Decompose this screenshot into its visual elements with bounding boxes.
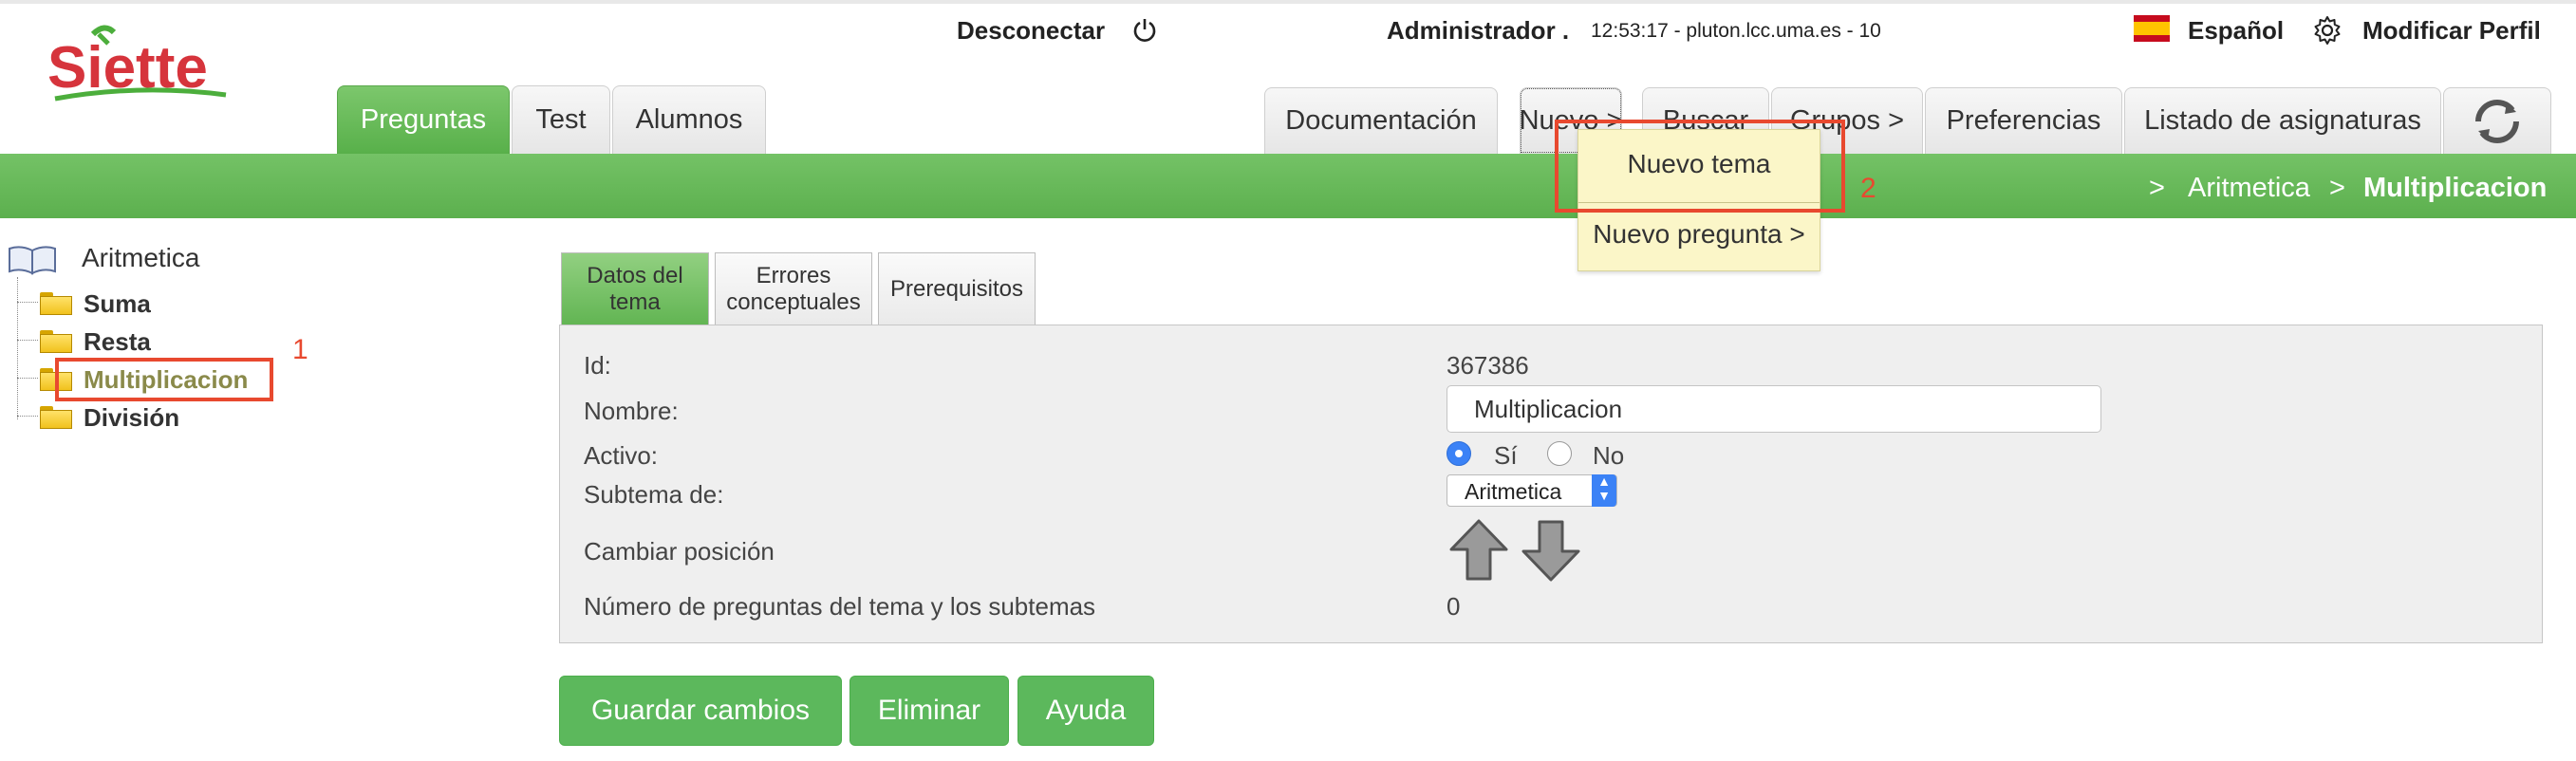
refresh-icon (2475, 99, 2519, 143)
annotation-label-2: 2 (1860, 173, 1876, 204)
tab-preferencias[interactable]: Preferencias (1925, 87, 2122, 154)
change-position-label: Cambiar posición (584, 537, 775, 566)
active-label: Activo: (584, 441, 659, 470)
tab-test[interactable]: Test (512, 85, 610, 154)
tree-line (17, 302, 38, 303)
tree-item-resta[interactable]: Resta (84, 327, 151, 357)
subtab-errores-conceptuales[interactable]: Errores conceptuales (715, 252, 872, 325)
name-label: Nombre: (584, 397, 679, 425)
help-button[interactable]: Ayuda (1017, 676, 1154, 746)
active-no-label: No (1593, 441, 1625, 470)
gear-icon[interactable] (2312, 15, 2343, 46)
tab-alumnos[interactable]: Alumnos (612, 85, 766, 154)
tree-line (17, 277, 18, 419)
name-input[interactable] (1447, 385, 2101, 433)
tree-root[interactable]: Aritmetica (82, 243, 199, 273)
language-selector[interactable]: Español (2188, 16, 2284, 46)
tree-item-suma[interactable]: Suma (84, 289, 151, 319)
move-down-arrow-icon[interactable] (1519, 518, 1583, 583)
active-no-radio[interactable] (1547, 441, 1572, 466)
active-yes-label: Sí (1494, 441, 1518, 470)
breadcrumb-separator: > (2329, 173, 2345, 203)
subtheme-label: Subtema de: (584, 480, 724, 509)
annotation-box-2 (1555, 120, 1845, 213)
tab-documentacion[interactable]: Documentación (1264, 87, 1498, 154)
refresh-button[interactable] (2443, 87, 2551, 154)
spain-flag-icon[interactable] (2134, 15, 2170, 42)
id-label: Id: (584, 351, 611, 380)
delete-button[interactable]: Eliminar (849, 676, 1009, 746)
move-up-arrow-icon[interactable] (1447, 518, 1511, 583)
annotation-label-1: 1 (292, 334, 308, 365)
save-button[interactable]: Guardar cambios (559, 676, 842, 746)
tree-line (17, 416, 38, 417)
tree-line (17, 378, 38, 379)
folder-icon (40, 290, 72, 315)
folder-icon (40, 328, 72, 353)
book-icon (6, 243, 59, 275)
siette-logo[interactable]: Siette (46, 21, 235, 111)
subtab-prerequisitos[interactable]: Prerequisitos (878, 252, 1036, 325)
subtheme-select-value: Aritmetica (1465, 479, 1562, 504)
tab-listado-asignaturas[interactable]: Listado de asignaturas (2124, 87, 2441, 154)
power-icon[interactable] (1131, 17, 1158, 44)
folder-icon (40, 404, 72, 429)
breadcrumb-item-aritmetica[interactable]: Aritmetica (2188, 173, 2310, 204)
top-border (0, 0, 2576, 4)
breadcrumb-item-multiplicacion: Multiplicacion (2363, 173, 2548, 203)
question-count-label: Número de preguntas del tema y los subte… (584, 592, 1096, 621)
subtheme-select[interactable]: Aritmetica ▲ ▼ (1447, 474, 1617, 507)
chevron-updown-icon: ▲ ▼ (1592, 474, 1616, 507)
active-yes-radio[interactable] (1447, 441, 1471, 466)
question-count-value: 0 (1447, 592, 1461, 621)
logout-link[interactable]: Desconectar (957, 16, 1105, 46)
annotation-box-1 (55, 358, 273, 401)
menu-item-nuevo-pregunta[interactable]: Nuevo pregunta > (1578, 219, 1820, 250)
session-info: 12:53:17 - pluton.lcc.uma.es - 10 (1591, 20, 1881, 42)
tab-preguntas[interactable]: Preguntas (337, 85, 510, 154)
id-value: 367386 (1447, 351, 1529, 380)
tree-line (17, 340, 38, 341)
modify-profile-link[interactable]: Modificar Perfil (2362, 16, 2541, 46)
subtab-datos-tema[interactable]: Datos del tema (561, 252, 709, 325)
tree-item-division[interactable]: División (84, 403, 179, 433)
user-name: Administrador . (1387, 16, 1570, 45)
breadcrumb-separator: > (2149, 173, 2165, 203)
